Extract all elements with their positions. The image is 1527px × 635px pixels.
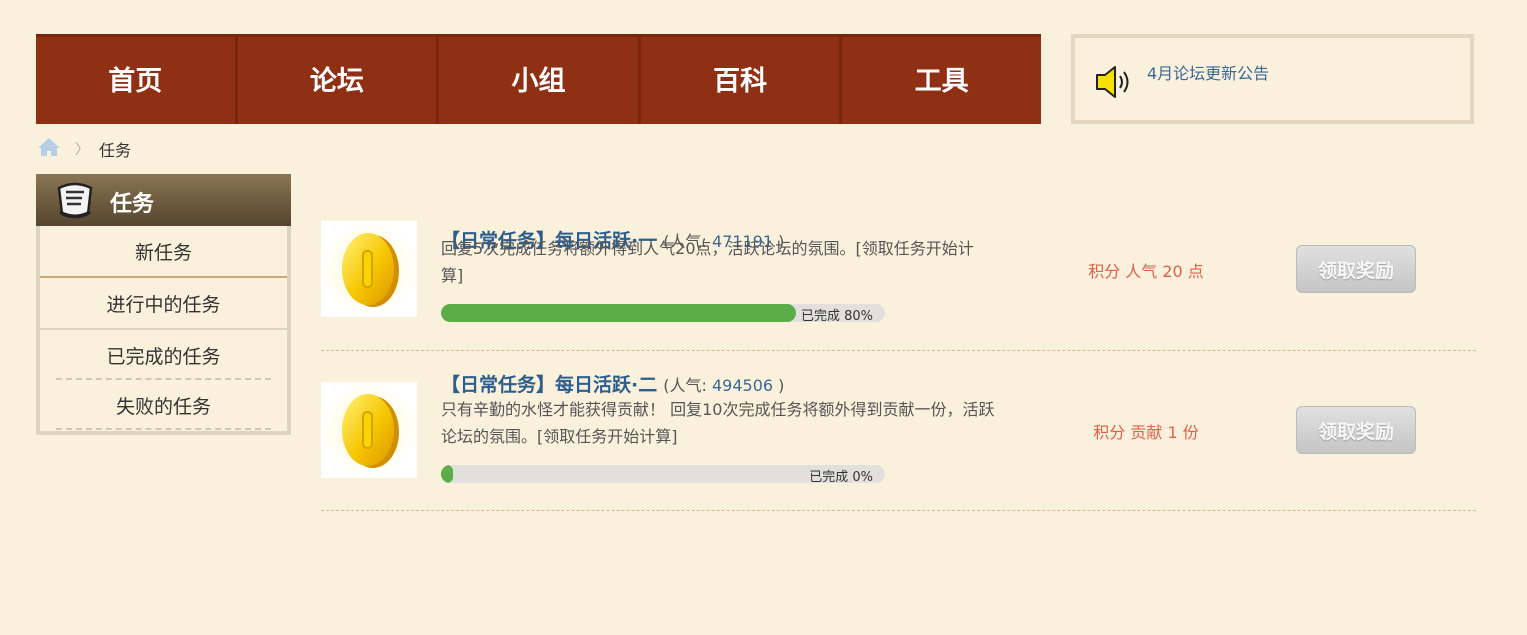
sidebar-title: 任务 xyxy=(110,192,155,217)
gold-coin-icon xyxy=(321,382,417,478)
speaker-icon xyxy=(1093,64,1131,104)
announcement-link[interactable]: 4月论坛更新公告 xyxy=(1147,60,1269,84)
breadcrumb: 〉 任务 xyxy=(37,137,131,161)
popularity-value: 494506 xyxy=(712,376,774,395)
nav-forum[interactable]: 论坛 xyxy=(234,37,437,124)
claim-reward-button[interactable]: 领取奖励 xyxy=(1296,245,1416,293)
task-description: 回复5次完成任务将额外得到人气20点，活跃论坛的氛围。[领取任务开始计算] xyxy=(441,239,974,285)
task-row: 【日常任务】每日活跃·二 (人气: 494506 ) 只有辛勤的水怪才能获得贡献… xyxy=(321,350,1476,511)
nav-home[interactable]: 首页 xyxy=(36,37,235,124)
breadcrumb-current: 任务 xyxy=(99,141,132,160)
home-icon[interactable] xyxy=(37,137,61,161)
progress-bar: 已完成 0% xyxy=(441,465,885,483)
task-reward: 积分 人气 20 点 xyxy=(1088,262,1204,281)
task-name[interactable]: 【日常任务】每日活跃·二 xyxy=(441,374,657,396)
claim-reward-button[interactable]: 领取奖励 xyxy=(1296,406,1416,454)
task-sidebar: 任务 新任务 进行中的任务 已完成的任务 失败的任务 xyxy=(36,174,291,435)
task-description: 只有辛勤的水怪才能获得贡献！ 回复10次完成任务将额外得到贡献一份，活跃论坛的氛… xyxy=(441,400,995,446)
task-popularity: (人气: 494506 ) xyxy=(663,376,785,395)
task-reward: 积分 贡献 1 份 xyxy=(1093,423,1199,442)
sidebar-item-new-tasks[interactable]: 新任务 xyxy=(40,226,287,278)
task-badge-icon xyxy=(54,182,96,226)
progress-fill xyxy=(441,304,797,322)
sidebar-item-in-progress[interactable]: 进行中的任务 xyxy=(40,278,287,330)
progress-fill xyxy=(441,465,453,483)
progress-text: 已完成 0% xyxy=(809,470,873,483)
sidebar-header: 任务 xyxy=(36,174,291,226)
sidebar-item-failed[interactable]: 失败的任务 xyxy=(40,380,287,430)
nav-tools[interactable]: 工具 xyxy=(839,37,1041,124)
sidebar-item-completed[interactable]: 已完成的任务 xyxy=(40,330,287,380)
nav-group[interactable]: 小组 xyxy=(436,37,638,124)
gold-coin-icon xyxy=(321,221,417,317)
task-title: 【日常任务】每日活跃·二 (人气: 494506 ) xyxy=(441,370,784,397)
nav-wiki[interactable]: 百科 xyxy=(637,37,840,124)
main-nav: 首页 论坛 小组 百科 工具 xyxy=(36,34,1041,124)
announcement-box: 4月论坛更新公告 xyxy=(1071,34,1474,124)
task-row: 【日常任务】每日活跃·一 (人气: 471191 ) 回复5次完成任务将额外得到… xyxy=(321,190,1476,351)
progress-text: 已完成 80% xyxy=(800,309,873,322)
breadcrumb-separator: 〉 xyxy=(75,142,89,158)
progress-bar: 已完成 80% xyxy=(441,304,885,322)
